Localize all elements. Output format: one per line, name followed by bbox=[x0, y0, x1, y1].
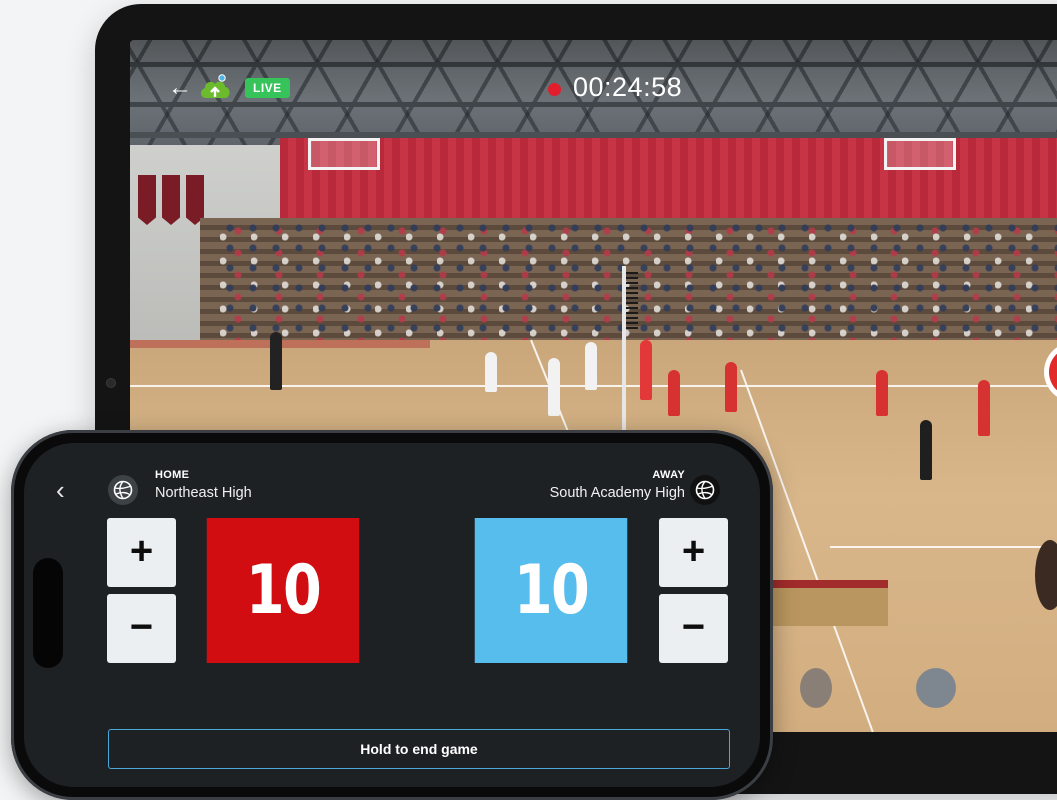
home-team-name: Northeast High bbox=[155, 485, 252, 501]
home-minus-button[interactable]: − bbox=[107, 594, 176, 663]
cloud-upload-icon bbox=[198, 74, 232, 100]
away-plus-button[interactable]: + bbox=[659, 518, 728, 587]
scoreboard-screen: ‹ HOME Northeast High AWAY South Academy… bbox=[24, 443, 760, 787]
volleyball-icon bbox=[108, 475, 138, 505]
away-team-name: South Academy High bbox=[549, 485, 685, 501]
away-score: 10 bbox=[474, 518, 628, 663]
recording-timer: 00:24:58 bbox=[573, 72, 683, 102]
chevron-left-icon[interactable]: ‹ bbox=[56, 477, 65, 503]
phone-notch bbox=[33, 558, 63, 668]
live-badge: LIVE bbox=[245, 78, 290, 98]
away-minus-button[interactable]: − bbox=[659, 594, 728, 663]
phone-device: ‹ HOME Northeast High AWAY South Academy… bbox=[11, 430, 773, 800]
back-arrow-icon[interactable]: ← bbox=[168, 76, 192, 100]
tablet-camera bbox=[106, 378, 116, 388]
recording-dot-icon bbox=[548, 83, 561, 96]
home-plus-button[interactable]: + bbox=[107, 518, 176, 587]
home-score: 10 bbox=[206, 518, 360, 663]
end-game-button[interactable]: Hold to end game bbox=[108, 729, 730, 769]
volleyball-icon bbox=[690, 475, 720, 505]
home-label: HOME bbox=[155, 469, 190, 481]
away-label: AWAY bbox=[652, 469, 685, 481]
